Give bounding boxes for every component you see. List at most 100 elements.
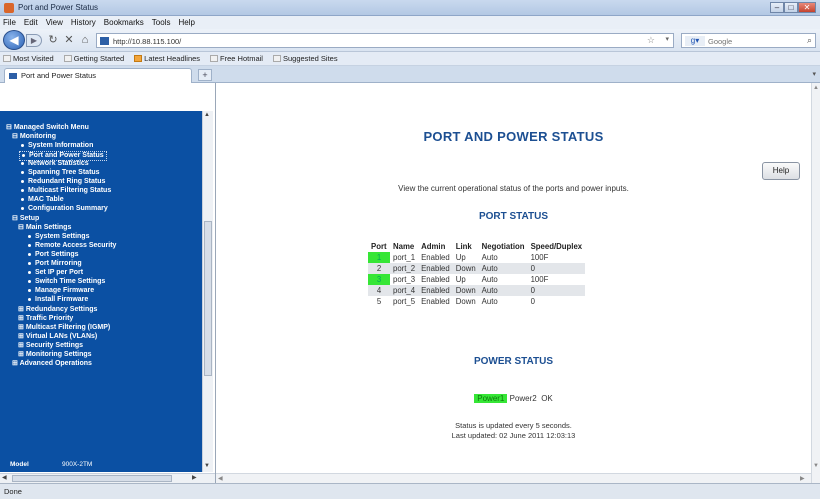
menu-help[interactable]: Help <box>178 16 194 29</box>
maximize-button[interactable]: □ <box>784 2 798 13</box>
minimize-button[interactable]: – <box>770 2 784 13</box>
scroll-right-icon[interactable]: ▶ <box>800 475 805 482</box>
address-bar[interactable]: ☆ ▾ <box>96 33 674 48</box>
sidebar-item-mac-table[interactable]: MAC Table <box>21 196 64 204</box>
sidebar-hscroll-thumb[interactable] <box>12 475 172 482</box>
table-cell: Down <box>452 285 479 296</box>
bookmark-latest-headlines[interactable]: Latest Headlines <box>134 52 200 65</box>
sidebar-item-port-mirroring[interactable]: Port Mirroring <box>28 260 82 268</box>
sidebar-item-switch-time-settings[interactable]: Switch Time Settings <box>28 278 105 286</box>
sidebar-item-network-statistics[interactable]: Network Statistics <box>21 160 89 168</box>
sidebar-item-security-settings[interactable]: ⊞ Security Settings <box>18 342 83 350</box>
firefox-icon <box>4 3 14 13</box>
model-label: Model <box>10 461 29 468</box>
scroll-left-icon[interactable]: ◀ <box>218 475 223 482</box>
menu-bookmarks[interactable]: Bookmarks <box>104 16 144 29</box>
window-title: Port and Power Status <box>18 3 99 12</box>
sidebar-item-install-firmware[interactable]: Install Firmware <box>28 296 88 304</box>
bookmark-free-hotmail[interactable]: Free Hotmail <box>210 52 263 65</box>
column-header: Link <box>455 242 472 251</box>
scroll-up-icon[interactable]: ▲ <box>813 85 819 91</box>
menu-history[interactable]: History <box>71 16 96 29</box>
sidebar-item-system-settings[interactable]: System Settings <box>28 233 89 241</box>
sidebar-vertical-scrollbar[interactable]: ▲ ▼ <box>202 111 213 472</box>
scroll-up-icon[interactable]: ▲ <box>204 112 210 118</box>
sidebar-item-virtual-lans[interactable]: ⊞ Virtual LANs (VLANs) <box>18 333 97 341</box>
search-icon[interactable]: ⌕ <box>807 35 812 46</box>
sidebar-horizontal-scrollbar[interactable]: ◀ ▶ <box>0 473 215 483</box>
sidebar-item-redundant-ring-status[interactable]: Redundant Ring Status <box>21 178 105 186</box>
menu-view[interactable]: View <box>46 16 63 29</box>
home-icon[interactable]: ⌂ <box>78 34 92 47</box>
star-icon[interactable]: ☆ <box>647 35 655 46</box>
sidebar-scroll-thumb[interactable] <box>204 221 212 376</box>
sidebar-item-advanced-operations[interactable]: ⊞ Advanced Operations <box>12 360 92 368</box>
sidebar-item-managed-switch-menu[interactable]: ⊟ Managed Switch Menu <box>6 124 89 132</box>
column-header: Negotiation <box>481 242 525 251</box>
table-cell: Enabled <box>418 263 453 274</box>
sidebar-item-spanning-tree-status[interactable]: Spanning Tree Status <box>21 169 100 177</box>
table-cell: 0 <box>527 263 586 274</box>
table-cell: port_2 <box>390 263 419 274</box>
port-number-link-up: 1 <box>368 252 390 263</box>
sidebar-item-monitoring-settings[interactable]: ⊞ Monitoring Settings <box>18 351 92 359</box>
table-cell: 0 <box>530 297 535 306</box>
help-button[interactable]: Help <box>762 162 800 180</box>
table-cell: Down <box>452 263 479 274</box>
table-cell: port_5 <box>393 297 416 306</box>
site-favicon <box>9 73 17 79</box>
close-button[interactable]: ✕ <box>798 2 816 13</box>
sidebar-item-multicast-filtering-status[interactable]: Multicast Filtering Status <box>21 187 111 195</box>
scroll-down-icon[interactable]: ▼ <box>813 463 819 469</box>
main-vertical-scrollbar[interactable]: ▲ ▼ <box>811 83 820 483</box>
menu-edit[interactable]: Edit <box>24 16 38 29</box>
bookmark-icon <box>3 55 11 62</box>
column-header: Name <box>393 242 415 251</box>
stop-icon[interactable]: ✕ <box>62 34 76 47</box>
scroll-down-icon[interactable]: ▼ <box>204 463 210 469</box>
sidebar-item-monitoring[interactable]: ⊟ Monitoring <box>12 133 56 141</box>
sidebar-item-system-information[interactable]: System Information <box>21 142 93 150</box>
google-icon[interactable]: g▾ <box>685 36 705 46</box>
new-tab-button[interactable]: + <box>198 69 212 81</box>
main-content: PORT AND POWER STATUS Help View the curr… <box>216 83 811 473</box>
search-input[interactable] <box>708 35 798 47</box>
scroll-right-icon[interactable]: ▶ <box>192 474 197 481</box>
table-cell: Auto <box>481 297 498 306</box>
sidebar-item-remote-access-security[interactable]: Remote Access Security <box>28 242 116 250</box>
chevron-down-icon[interactable]: ▾ <box>665 35 669 43</box>
table-cell: Enabled <box>421 253 450 262</box>
sidebar-item-multicast-filtering-igmp[interactable]: ⊞ Multicast Filtering (IGMP) <box>18 324 110 332</box>
table-cell: Up <box>455 275 466 284</box>
sidebar-item-redundancy-settings[interactable]: ⊞ Redundancy Settings <box>18 306 97 314</box>
sidebar-item-traffic-priority[interactable]: ⊞ Traffic Priority <box>18 315 73 323</box>
column-header: Admin <box>421 242 446 251</box>
model-value: 900X-2TM <box>62 461 93 468</box>
sidebar-item-configuration-summary[interactable]: Configuration Summary <box>21 205 108 213</box>
menu-file[interactable]: File <box>3 16 16 29</box>
sidebar-item-main-settings[interactable]: ⊟ Main Settings <box>18 224 71 232</box>
scroll-left-icon[interactable]: ◀ <box>2 474 7 481</box>
reload-icon[interactable]: ↻ <box>46 34 60 47</box>
menu-tools[interactable]: Tools <box>152 16 171 29</box>
menu-bar: File Edit View History Bookmarks Tools H… <box>0 16 820 29</box>
main-horizontal-scrollbar[interactable]: ◀ ▶ <box>216 473 811 483</box>
bookmark-most-visited[interactable]: Most Visited <box>3 52 54 65</box>
forward-icon[interactable]: ▶ <box>26 34 42 47</box>
back-icon[interactable]: ◀ <box>3 30 25 50</box>
sidebar-item-port-settings[interactable]: Port Settings <box>28 251 79 259</box>
port-status-title: PORT STATUS <box>478 211 549 222</box>
power2-label: Power2 <box>509 394 537 403</box>
bookmark-suggested-sites[interactable]: Suggested Sites <box>272 52 338 65</box>
sidebar-item-manage-firmware[interactable]: Manage Firmware <box>28 287 94 295</box>
url-input[interactable] <box>113 35 613 47</box>
tab-port-and-power-status[interactable]: Port and Power Status <box>4 68 192 83</box>
search-box[interactable]: g▾ ⌕ <box>681 33 816 48</box>
sidebar-frame: ⊟ Managed Switch Menu ⊟ Monitoring Syste… <box>0 83 215 473</box>
sidebar-item-setup[interactable]: ⊟ Setup <box>12 215 39 223</box>
table-cell: Auto <box>478 285 528 296</box>
bookmark-getting-started[interactable]: Getting Started <box>63 52 124 65</box>
sidebar-item-set-ip-per-port[interactable]: Set IP per Port <box>28 269 83 277</box>
tab-list-icon[interactable]: ▾ <box>812 70 816 78</box>
table-cell: Enabled <box>421 275 450 284</box>
